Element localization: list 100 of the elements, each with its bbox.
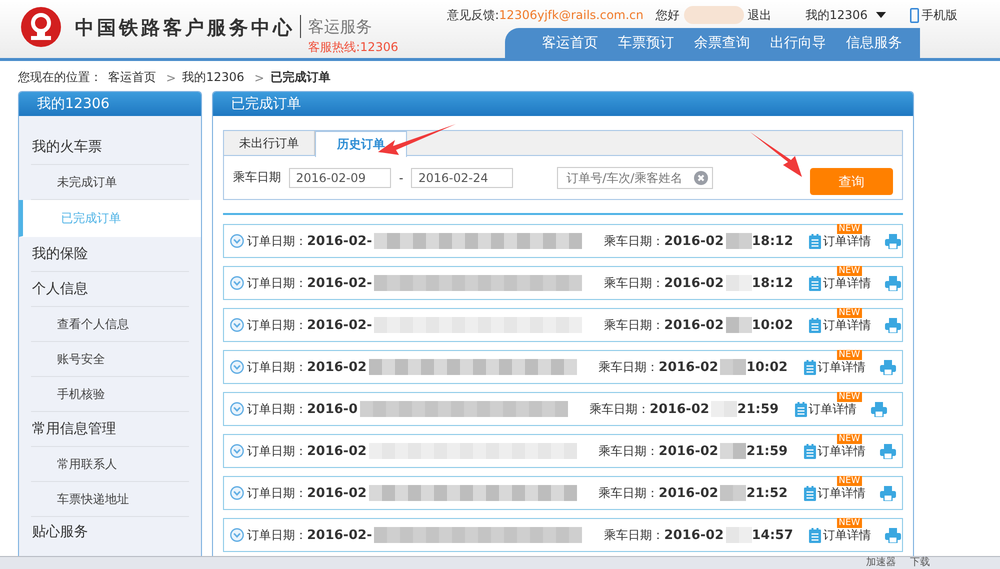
expand-icon[interactable]: [230, 234, 244, 248]
departure-time: 21:52: [746, 486, 788, 500]
new-badge: NEW: [836, 518, 862, 528]
account-menu[interactable]: 我的12306: [806, 6, 886, 24]
travel-date-label: 乘车日期：: [604, 232, 664, 250]
sidebar-item[interactable]: 车票快递地址: [31, 482, 189, 517]
expand-icon[interactable]: [230, 402, 244, 416]
printer-icon[interactable]: [885, 528, 902, 542]
nav-link[interactable]: 出行向导: [770, 34, 826, 52]
order-row[interactable]: 订单日期：2016-02 乘车日期：2016-02 10:02 NEW 订单详情: [223, 350, 903, 384]
order-details-link[interactable]: 订单详情: [804, 358, 866, 376]
new-badge: NEW: [836, 392, 862, 402]
sidebar-item[interactable]: 常用联系人: [31, 447, 189, 482]
mobile-version-link[interactable]: 手机版: [910, 6, 958, 24]
travel-date-value: 2016-02: [664, 528, 724, 542]
order-row[interactable]: 订单日期：2016-02- 乘车日期：2016-02 18:12 NEW 订单详情: [223, 266, 903, 300]
new-badge: NEW: [836, 266, 862, 276]
start-date-field[interactable]: 2016-02-09: [289, 168, 391, 188]
order-details-link[interactable]: 订单详情: [809, 526, 872, 544]
order-date-label: 订单日期：: [247, 442, 307, 460]
sidebar-header: 我的12306: [19, 92, 201, 116]
order-row[interactable]: 订单日期：2016-0 乘车日期：2016-02 21:59 NEW 订单详情: [223, 392, 903, 426]
nav-link[interactable]: 信息服务: [846, 34, 902, 52]
order-row[interactable]: 订单日期：2016-02- 乘车日期：2016-02 18:12 NEW 订单详情: [223, 224, 903, 258]
printer-icon[interactable]: [885, 234, 902, 248]
sidebar-item[interactable]: 我的保险: [31, 237, 189, 272]
sidebar-item[interactable]: 查看个人信息: [31, 307, 189, 342]
order-date-value: 2016-02-: [307, 318, 372, 332]
breadcrumb-current: 已完成订单: [270, 69, 330, 86]
end-date-field[interactable]: 2016-02-24: [411, 168, 514, 188]
order-details-link[interactable]: 订单详情: [809, 316, 872, 334]
travel-date-label: 乘车日期：: [598, 358, 659, 376]
document-icon: [804, 486, 816, 500]
order-row[interactable]: 订单日期：2016-02 乘车日期：2016-02 21:52 NEW 订单详情: [223, 476, 903, 510]
redaction-mosaic: [726, 275, 752, 291]
printer-icon[interactable]: [880, 360, 896, 374]
expand-icon[interactable]: [230, 444, 244, 458]
order-row[interactable]: 订单日期：2016-02 乘车日期：2016-02 21:59 NEW 订单详情: [223, 434, 903, 468]
order-tab[interactable]: 历史订单: [315, 131, 407, 157]
order-details-link[interactable]: 订单详情: [809, 274, 872, 292]
sidebar-item[interactable]: 常用信息管理: [31, 412, 189, 447]
sidebar-item[interactable]: 贴心服务: [31, 517, 189, 547]
document-icon: [809, 318, 822, 332]
sidebar-item[interactable]: 手机核验: [31, 377, 189, 412]
printer-icon[interactable]: [885, 276, 902, 290]
order-row[interactable]: 订单日期：2016-02- 乘车日期：2016-02 14:57 NEW 订单详情: [223, 518, 903, 552]
order-date-value: 2016-02: [307, 444, 367, 458]
annotation-arrow: [750, 132, 802, 177]
sidebar-item[interactable]: 账号安全: [31, 342, 189, 377]
date-range-dash: -: [399, 170, 404, 184]
nav-link[interactable]: 余票查询: [694, 34, 750, 52]
order-date-label: 订单日期：: [247, 484, 307, 502]
travel-date-value: 2016-02: [664, 318, 724, 332]
departure-time: 10:02: [746, 360, 788, 374]
panel-header: 已完成订单: [213, 92, 913, 116]
nav-link[interactable]: 车票预订: [618, 34, 674, 52]
travel-date-label: 乘车日期：: [604, 316, 664, 334]
new-badge: NEW: [836, 350, 862, 360]
expand-icon[interactable]: [230, 276, 244, 290]
redacted-name: [684, 6, 744, 24]
status-bar-item[interactable]: 下载: [910, 558, 930, 568]
sidebar-item[interactable]: 我的火车票: [31, 130, 189, 165]
breadcrumb-link[interactable]: 客运首页: [108, 69, 156, 86]
expand-icon[interactable]: [230, 318, 244, 332]
breadcrumb-separator: >: [166, 70, 176, 84]
new-badge: NEW: [836, 308, 862, 318]
order-date-value: 2016-02-: [307, 276, 372, 290]
breadcrumb-separator: >: [254, 70, 264, 84]
clear-icon[interactable]: [694, 170, 708, 184]
greeting-text: 您好: [656, 6, 680, 24]
breadcrumb-link[interactable]: 我的12306: [182, 69, 244, 86]
travel-date-label: 乘车日期：: [598, 484, 659, 502]
status-bar-item[interactable]: 加速器: [866, 558, 896, 568]
travel-date-label: 乘车日期：: [604, 274, 664, 292]
order-row[interactable]: 订单日期：2016-02- 乘车日期：2016-02 10:02 NEW 订单详情: [223, 308, 903, 342]
document-icon: [804, 444, 816, 458]
expand-icon[interactable]: [230, 486, 244, 500]
order-details-link[interactable]: 订单详情: [804, 442, 866, 460]
order-details-link[interactable]: 订单详情: [804, 484, 866, 502]
order-details-link[interactable]: 订单详情: [809, 232, 872, 250]
departure-time: 18:12: [752, 234, 794, 248]
departure-time: 21:59: [737, 402, 779, 416]
sidebar-item[interactable]: 个人信息: [31, 272, 189, 307]
search-field[interactable]: 订单号/车次/乘客姓名: [557, 166, 714, 188]
printer-icon[interactable]: [880, 486, 896, 500]
new-badge: NEW: [836, 224, 862, 234]
order-details-link[interactable]: 订单详情: [794, 400, 857, 418]
printer-icon[interactable]: [885, 318, 902, 332]
travel-date-value: 2016-02: [664, 276, 724, 290]
logout-link[interactable]: 退出: [748, 6, 772, 24]
printer-icon[interactable]: [870, 402, 887, 416]
expand-icon[interactable]: [230, 528, 244, 542]
nav-link[interactable]: 客运首页: [542, 34, 598, 52]
printer-icon[interactable]: [880, 444, 896, 458]
redaction-mosaic: [726, 527, 752, 543]
departure-time: 21:59: [746, 444, 788, 458]
expand-icon[interactable]: [230, 360, 244, 374]
date-label: 乘车日期: [233, 169, 281, 186]
order-date-label: 订单日期：: [247, 316, 307, 334]
document-icon: [809, 234, 822, 248]
